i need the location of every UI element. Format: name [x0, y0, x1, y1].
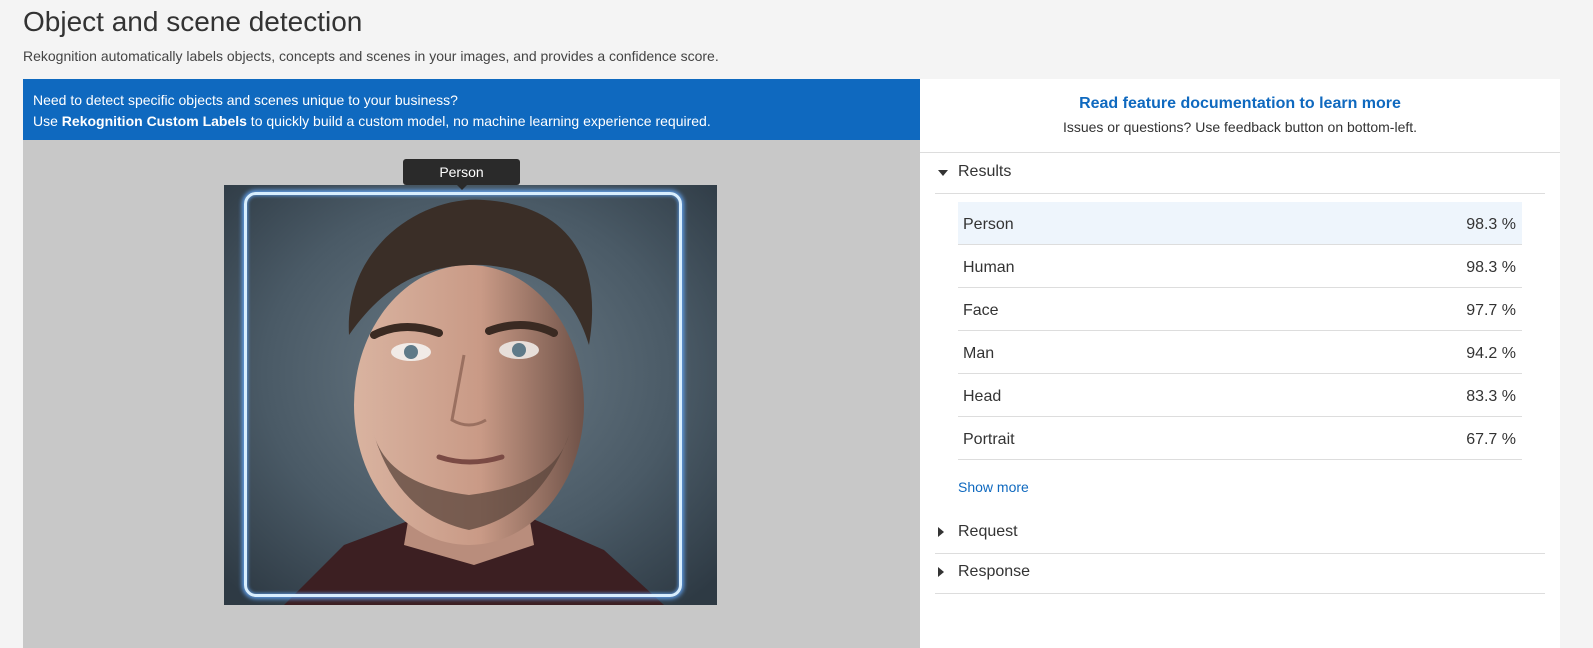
result-row-portrait[interactable]: Portrait 67.7 %	[958, 417, 1522, 460]
request-section-toggle[interactable]: Request	[935, 513, 1545, 554]
banner-line-2: Use Rekognition Custom Labels to quickly…	[33, 111, 910, 132]
result-label: Man	[963, 345, 995, 362]
result-label: Human	[963, 259, 1015, 276]
custom-labels-link[interactable]: Rekognition Custom Labels	[62, 113, 247, 129]
custom-labels-banner: Need to detect specific objects and scen…	[23, 79, 920, 140]
results-panel: Read feature documentation to learn more…	[920, 79, 1560, 648]
documentation-link[interactable]: Read feature documentation to learn more	[920, 95, 1560, 113]
result-row-person[interactable]: Person 98.3 %	[958, 202, 1522, 245]
result-label: Head	[963, 388, 1002, 405]
caret-down-icon	[938, 170, 948, 176]
analyzed-image	[224, 185, 717, 605]
result-label: Person	[963, 216, 1014, 233]
result-row-face[interactable]: Face 97.7 %	[958, 288, 1522, 331]
page-title: Object and scene detection	[23, 6, 363, 37]
banner-prefix: Use	[33, 113, 62, 129]
result-label: Portrait	[963, 431, 1015, 448]
result-confidence: 67.7 %	[1466, 431, 1516, 448]
results-heading: Results	[958, 163, 1012, 180]
show-more-link[interactable]: Show more	[958, 479, 1029, 495]
result-confidence: 98.3 %	[1466, 216, 1516, 233]
result-confidence: 83.3 %	[1466, 388, 1516, 405]
feedback-note: Issues or questions? Use feedback button…	[1062, 119, 1418, 135]
result-confidence: 98.3 %	[1466, 259, 1516, 276]
result-row-head[interactable]: Head 83.3 %	[958, 374, 1522, 417]
result-row-human[interactable]: Human 98.3 %	[958, 245, 1522, 288]
response-section-toggle[interactable]: Response	[935, 553, 1545, 594]
results-section-toggle[interactable]: Results	[935, 153, 1545, 194]
caret-right-icon	[938, 567, 944, 577]
request-heading: Request	[958, 523, 1018, 540]
results-list: Person 98.3 % Human 98.3 % Face 97.7 % M…	[958, 202, 1522, 460]
page-subtitle: Rekognition automatically labels objects…	[23, 48, 719, 64]
banner-line-1: Need to detect specific objects and scen…	[33, 92, 458, 108]
result-label: Face	[963, 302, 999, 319]
result-confidence: 94.2 %	[1466, 345, 1516, 362]
bounding-box-label: Person	[403, 159, 520, 190]
caret-right-icon	[938, 527, 944, 537]
image-panel: Need to detect specific objects and scen…	[23, 79, 920, 648]
result-row-man[interactable]: Man 94.2 %	[958, 331, 1522, 374]
result-confidence: 97.7 %	[1466, 302, 1516, 319]
response-heading: Response	[958, 563, 1031, 580]
person-bounding-box[interactable]	[244, 192, 682, 597]
banner-suffix: to quickly build a custom model, no mach…	[246, 113, 711, 129]
